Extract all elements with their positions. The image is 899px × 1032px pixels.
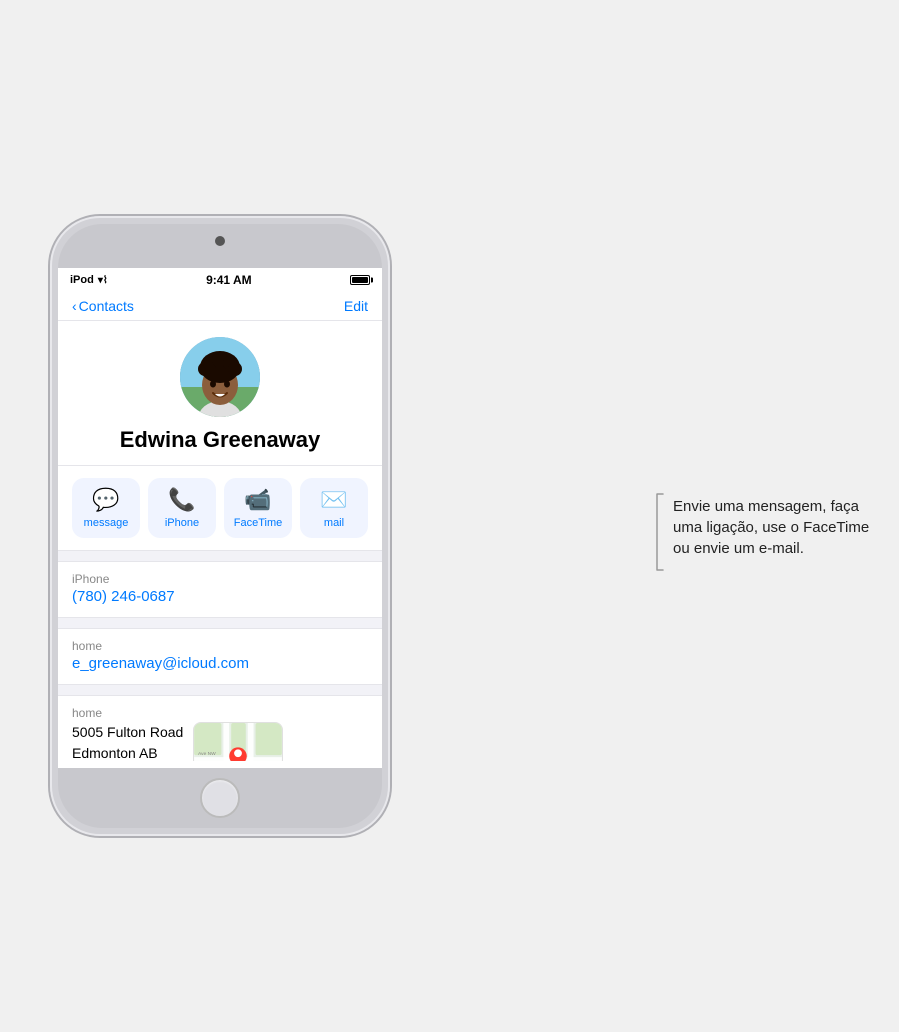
carrier-label: iPod: [70, 274, 94, 286]
iphone-label: iPhone: [165, 517, 199, 529]
device-shell-inner: iPod ▾⌇ 9:41 AM ‹ Contacts: [58, 224, 382, 828]
message-button[interactable]: 💬 message: [72, 478, 140, 538]
address-section: home 5005 Fulton Road Edmonton AB T6A 3S…: [58, 695, 382, 761]
address-row: 5005 Fulton Road Edmonton AB T6A 3S9 Can…: [72, 722, 368, 761]
message-icon: 💬: [92, 487, 119, 513]
bracket-svg: [653, 492, 665, 572]
phone-section: iPhone (780) 246-0687: [58, 561, 382, 618]
message-label: message: [84, 517, 129, 529]
battery-fill: [352, 277, 368, 283]
avatar-face: [180, 337, 260, 417]
facetime-label: FaceTime: [234, 517, 283, 529]
nav-bar: ‹ Contacts Edit: [58, 292, 382, 321]
home-button[interactable]: [200, 778, 240, 818]
phone-icon: 📞: [168, 487, 195, 513]
email-label: home: [72, 639, 368, 653]
battery-icon: [350, 275, 370, 285]
map-svg: Ave NW 03 Ave NW: [194, 723, 282, 761]
contact-header: Edwina Greenaway: [58, 321, 382, 466]
address-label: home: [72, 706, 368, 720]
facetime-icon: 📹: [244, 487, 271, 513]
map-thumbnail[interactable]: Ave NW 03 Ave NW: [193, 722, 283, 761]
avatar: [180, 337, 260, 417]
status-left: iPod ▾⌇: [70, 274, 108, 286]
svg-text:Ave NW: Ave NW: [198, 751, 216, 757]
action-buttons: 💬 message 📞 iPhone 📹 FaceTime ✉️: [58, 466, 382, 551]
address-line1: 5005 Fulton Road: [72, 724, 183, 740]
phone-value[interactable]: (780) 246-0687: [72, 588, 368, 605]
status-bar: iPod ▾⌇ 9:41 AM: [58, 268, 382, 292]
email-value[interactable]: e_greenaway@icloud.com: [72, 655, 368, 672]
wifi-icon: ▾⌇: [98, 275, 108, 286]
address-line2: Edmonton AB: [72, 745, 158, 761]
contact-content: Edwina Greenaway 💬 message 📞 iPhone: [58, 321, 382, 761]
annotation-text: Envie uma mensagem, faça uma ligação, us…: [673, 492, 879, 559]
facetime-button[interactable]: 📹 FaceTime: [224, 478, 292, 538]
page-wrapper: iPod ▾⌇ 9:41 AM ‹ Contacts: [0, 0, 899, 1032]
mail-label: mail: [324, 517, 344, 529]
address-text[interactable]: 5005 Fulton Road Edmonton AB T6A 3S9 Can…: [72, 722, 183, 761]
email-section: home e_greenaway@icloud.com: [58, 628, 382, 685]
back-chevron-icon: ‹: [72, 298, 77, 314]
annotation: Envie uma mensagem, faça uma ligação, us…: [649, 492, 879, 572]
contact-name: Edwina Greenaway: [120, 427, 321, 453]
device-shell: iPod ▾⌇ 9:41 AM ‹ Contacts: [50, 216, 390, 836]
back-label: Contacts: [79, 298, 134, 314]
phone-label: iPhone: [72, 572, 368, 586]
mail-icon: ✉️: [320, 487, 347, 513]
annotation-bracket: [649, 492, 665, 572]
status-right: [350, 275, 370, 285]
avatar-svg: [180, 337, 260, 417]
mail-button[interactable]: ✉️ mail: [300, 478, 368, 538]
front-camera: [215, 236, 225, 246]
iphone-call-button[interactable]: 📞 iPhone: [148, 478, 216, 538]
status-time: 9:41 AM: [108, 273, 350, 287]
edit-button[interactable]: Edit: [344, 298, 368, 314]
back-button[interactable]: ‹ Contacts: [72, 298, 134, 314]
device-screen: iPod ▾⌇ 9:41 AM ‹ Contacts: [58, 268, 382, 768]
